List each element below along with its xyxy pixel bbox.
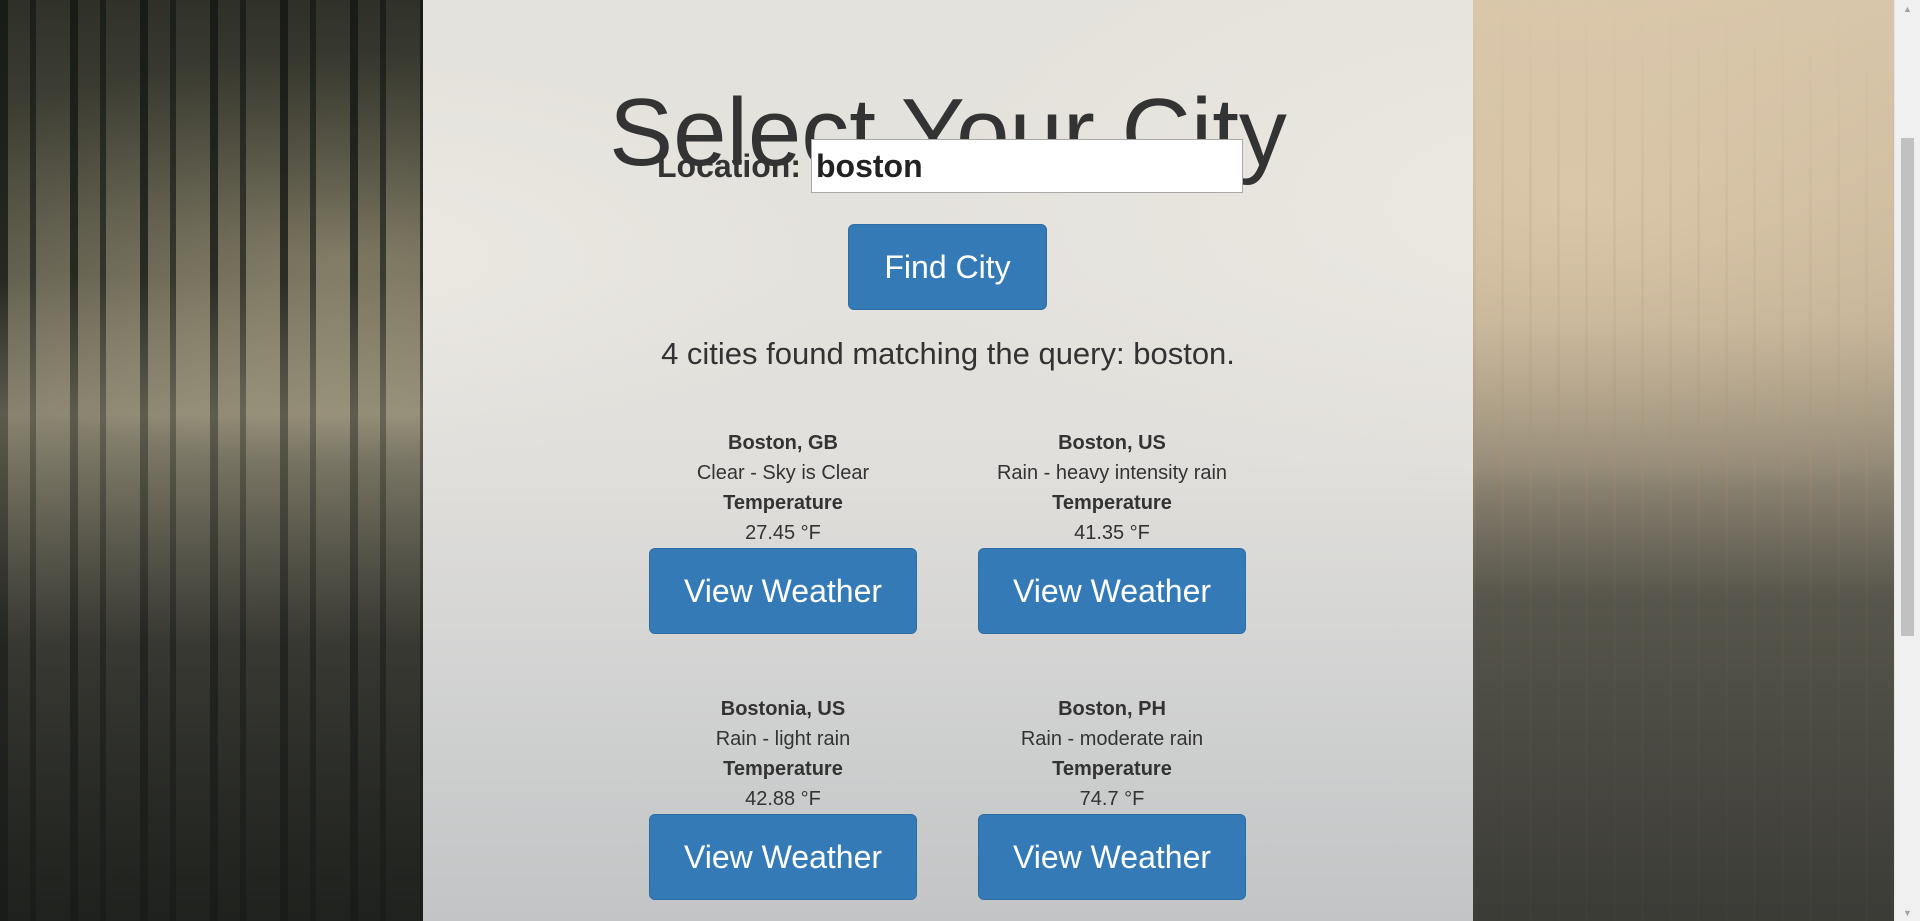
weather-description: Rain - light rain (715, 728, 851, 750)
city-card-bostonia-us: Bostonia, US Rain - light rain Temperatu… (649, 694, 917, 900)
weather-description: Rain - heavy intensity rain (996, 462, 1228, 484)
view-weather-button[interactable]: View Weather (978, 548, 1246, 634)
view-weather-button[interactable]: View Weather (649, 814, 917, 900)
temperature-value: 27.45 °F (745, 522, 821, 544)
city-card-boston-ph: Boston, PH Rain - moderate rain Temperat… (978, 694, 1246, 900)
city-name: Bostonia, US (720, 698, 846, 720)
city-name: Boston, GB (728, 432, 838, 454)
temperature-value: 42.88 °F (745, 788, 821, 810)
city-name: Boston, US (1058, 432, 1166, 454)
find-city-button[interactable]: Find City (848, 224, 1047, 310)
temperature-value: 74.7 °F (1079, 788, 1145, 810)
view-weather-button[interactable]: View Weather (649, 548, 917, 634)
background-forest-left (0, 0, 423, 921)
scroll-thumb[interactable] (1901, 138, 1914, 636)
scroll-down-icon[interactable]: ▼ (1895, 904, 1920, 921)
temperature-label: Temperature (1052, 758, 1172, 780)
background-forest-right (1473, 0, 1894, 921)
weather-description: Rain - moderate rain (1020, 728, 1204, 750)
city-name: Boston, PH (1058, 698, 1166, 720)
view-weather-button[interactable]: View Weather (978, 814, 1246, 900)
location-input[interactable] (810, 139, 1243, 193)
temperature-value: 41.35 °F (1074, 522, 1150, 544)
temperature-label: Temperature (1052, 492, 1172, 514)
location-label: Location: (657, 147, 801, 184)
city-card-boston-gb: Boston, GB Clear - Sky is Clear Temperat… (649, 428, 917, 634)
vertical-scrollbar[interactable]: ▲ ▼ (1894, 0, 1920, 921)
result-summary: 4 cities found matching the query: bosto… (661, 336, 1235, 371)
scroll-up-icon[interactable]: ▲ (1895, 0, 1920, 17)
city-card-boston-us: Boston, US Rain - heavy intensity rain T… (978, 428, 1246, 634)
location-row: Location: (657, 139, 1243, 193)
temperature-label: Temperature (723, 492, 843, 514)
weather-description: Clear - Sky is Clear (696, 462, 870, 484)
temperature-label: Temperature (723, 758, 843, 780)
